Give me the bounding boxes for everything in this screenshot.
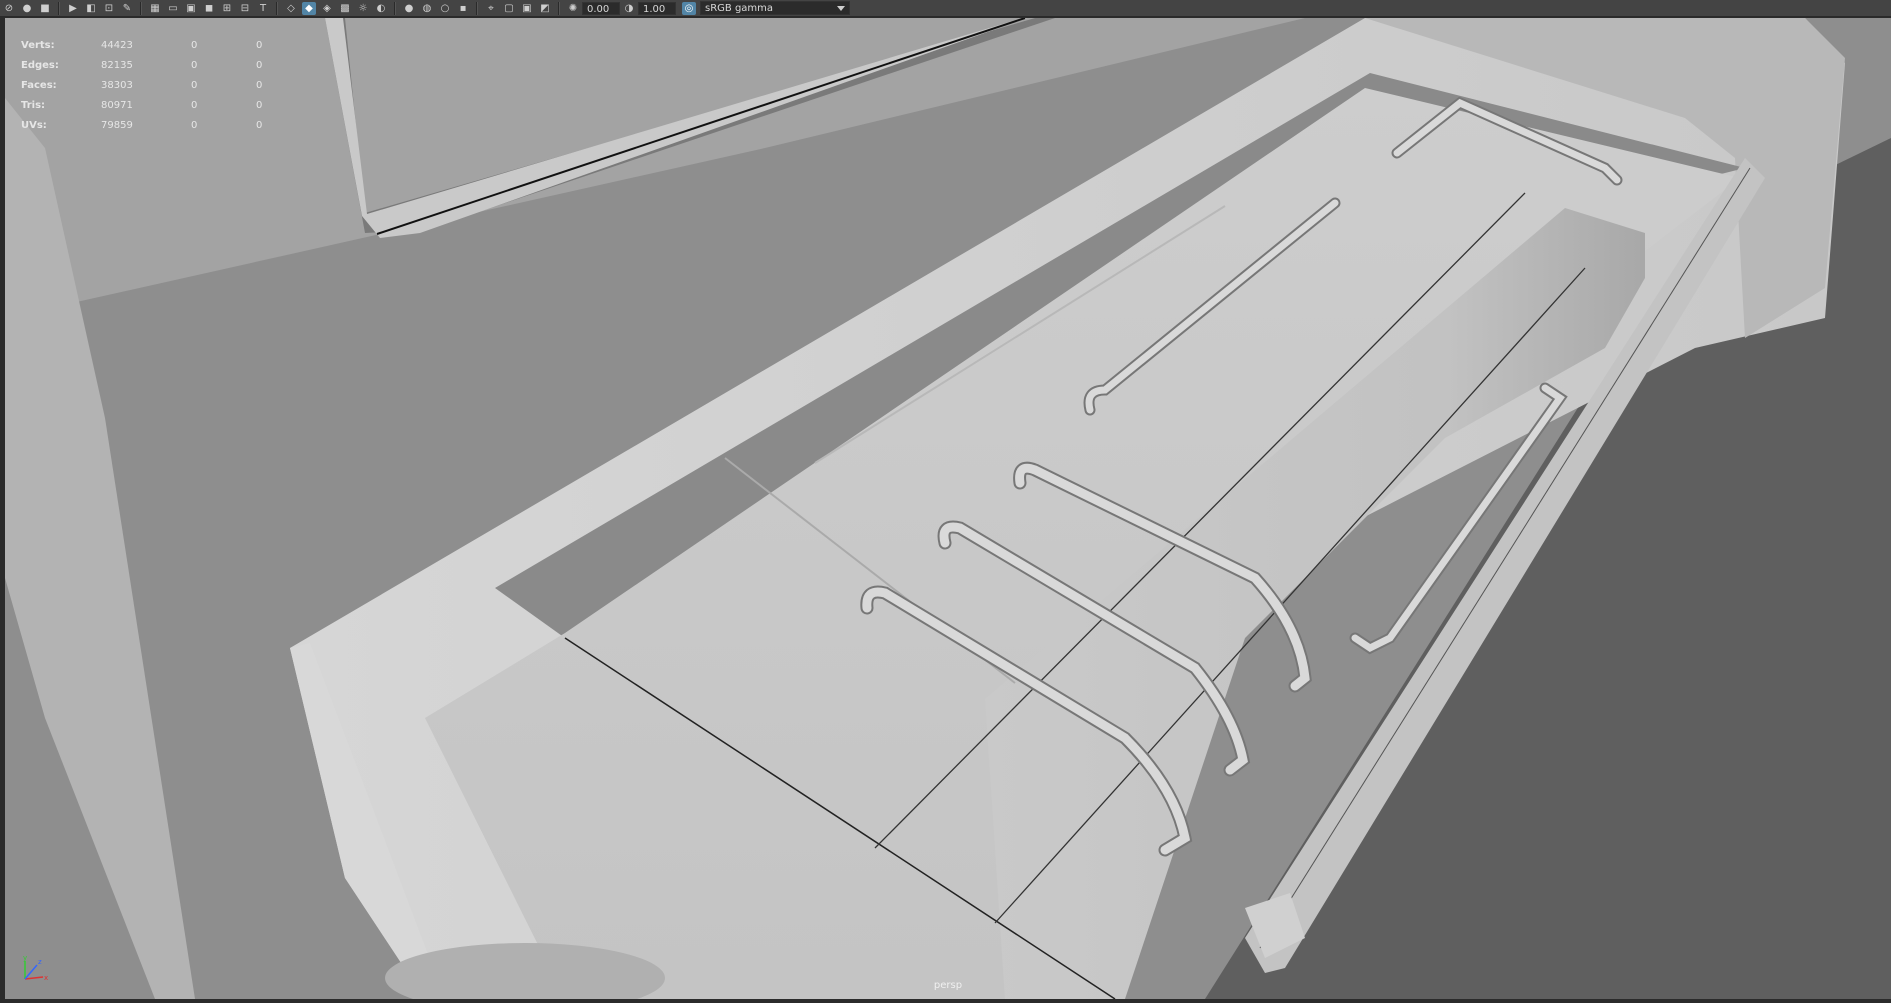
- image-plane-icon[interactable]: ◧: [84, 2, 98, 15]
- smooth-shade-icon[interactable]: ◆: [302, 1, 316, 15]
- camera-name-label: persp: [933, 980, 963, 991]
- lock-camera-icon[interactable]: ●: [20, 2, 34, 15]
- safe-title-icon[interactable]: T: [256, 2, 270, 15]
- z-axis-line: [24, 964, 38, 980]
- chevron-down-icon: [837, 6, 845, 11]
- color-management-icon[interactable]: ◎: [682, 1, 696, 15]
- safe-action-icon[interactable]: ⊟: [238, 2, 252, 15]
- hud-label: Faces:: [21, 79, 57, 91]
- textured-icon[interactable]: ▩: [338, 2, 352, 15]
- hud-selected: 0: [191, 119, 198, 131]
- x-axis-label: x: [44, 974, 48, 982]
- hud-selected: 0: [191, 59, 198, 71]
- hud-value: 38303: [101, 79, 133, 91]
- hud-row: Edges: 82135 0 0: [21, 55, 296, 75]
- exposure-field[interactable]: 0.00: [582, 1, 620, 15]
- field-chart-icon[interactable]: ⊞: [220, 2, 234, 15]
- backface-culling-icon[interactable]: ◩: [538, 2, 552, 15]
- toolbar-divider: [476, 1, 478, 15]
- hud-row: UVs: 79859 0 0: [21, 115, 296, 135]
- gamma-icon[interactable]: ◑: [622, 2, 636, 15]
- shadows-icon[interactable]: ◐: [374, 2, 388, 15]
- hud-row: Verts: 44423 0 0: [21, 35, 296, 55]
- film-gate-icon[interactable]: ▭: [166, 2, 180, 15]
- hud-value: 79859: [101, 119, 133, 131]
- anti-aliasing-icon[interactable]: ○: [438, 2, 452, 15]
- toolbar-divider: [276, 1, 278, 15]
- axis-gizmo-icon: x y z: [23, 954, 48, 982]
- hud-label: Tris:: [21, 99, 46, 111]
- grease-pencil-icon[interactable]: ✎: [120, 2, 134, 15]
- hud-selected: 0: [191, 99, 198, 111]
- hud-row: Faces: 38303 0 0: [21, 75, 296, 95]
- hud-label: Verts:: [21, 39, 55, 51]
- gamma-field[interactable]: 1.00: [638, 1, 676, 15]
- hud-value: 44423: [101, 39, 133, 51]
- grid-icon[interactable]: ▦: [148, 2, 162, 15]
- isolate-select-icon[interactable]: ⌖: [484, 2, 498, 15]
- hud-selected: 0: [191, 39, 198, 51]
- hud-label: UVs:: [21, 119, 47, 131]
- toolbar-divider: [394, 1, 396, 15]
- use-all-lights-icon[interactable]: ☼: [356, 2, 370, 15]
- hud-value: 80971: [101, 99, 133, 111]
- wireframe-on-shaded-icon[interactable]: ◈: [320, 2, 334, 15]
- select-camera-icon[interactable]: ⊘: [2, 2, 16, 15]
- hud-uv-selected: 0: [256, 119, 263, 131]
- 2d-pan-zoom-icon[interactable]: ⊡: [102, 2, 116, 15]
- viewport-toolbar: ⊘ ● ■ ▶ ◧ ⊡ ✎ ▦ ▭ ▣ ◼ ⊞ ⊟ T ◇ ◆ ◈ ▩ ☼ ◐ …: [0, 0, 1891, 17]
- poly-count-hud: Verts: 44423 0 0 Edges: 82135 0 0 Faces: 38303 0 0 T…: [21, 35, 296, 135]
- depth-of-field-icon[interactable]: ▪: [456, 2, 470, 15]
- x-axis-line: [24, 976, 44, 980]
- exposure-icon[interactable]: ✺: [566, 2, 580, 15]
- hud-selected: 0: [191, 79, 198, 91]
- z-axis-label: z: [38, 958, 42, 966]
- hud-uv-selected: 0: [256, 39, 263, 51]
- toolbar-divider: [140, 1, 142, 15]
- hud-label: Edges:: [21, 59, 59, 71]
- color-space-dropdown[interactable]: sRGB gamma: [700, 1, 850, 15]
- wireframe-icon[interactable]: ◇: [284, 2, 298, 15]
- scene-render[interactable]: [5, 18, 1891, 999]
- hud-uv-selected: 0: [256, 79, 263, 91]
- hud-uv-selected: 0: [256, 99, 263, 111]
- resolution-gate-icon[interactable]: ▣: [184, 2, 198, 15]
- hud-value: 82135: [101, 59, 133, 71]
- gate-mask-icon[interactable]: ◼: [202, 2, 216, 15]
- color-space-value: sRGB gamma: [705, 3, 774, 14]
- screen-space-ao-icon[interactable]: ●: [402, 2, 416, 15]
- xray-icon[interactable]: ▢: [502, 2, 516, 15]
- toolbar-divider: [558, 1, 560, 15]
- motion-blur-icon[interactable]: ◍: [420, 2, 434, 15]
- 3d-viewport[interactable]: Verts: 44423 0 0 Edges: 82135 0 0 Faces: 38303 0 0 T…: [5, 18, 1891, 999]
- y-axis-label: y: [23, 954, 27, 962]
- bookmark-icon[interactable]: ■: [38, 2, 52, 15]
- xray-joints-icon[interactable]: ▣: [520, 2, 534, 15]
- camera-attributes-icon[interactable]: ▶: [66, 2, 80, 15]
- hud-row: Tris: 80971 0 0: [21, 95, 296, 115]
- toolbar-divider: [58, 1, 60, 15]
- hud-uv-selected: 0: [256, 59, 263, 71]
